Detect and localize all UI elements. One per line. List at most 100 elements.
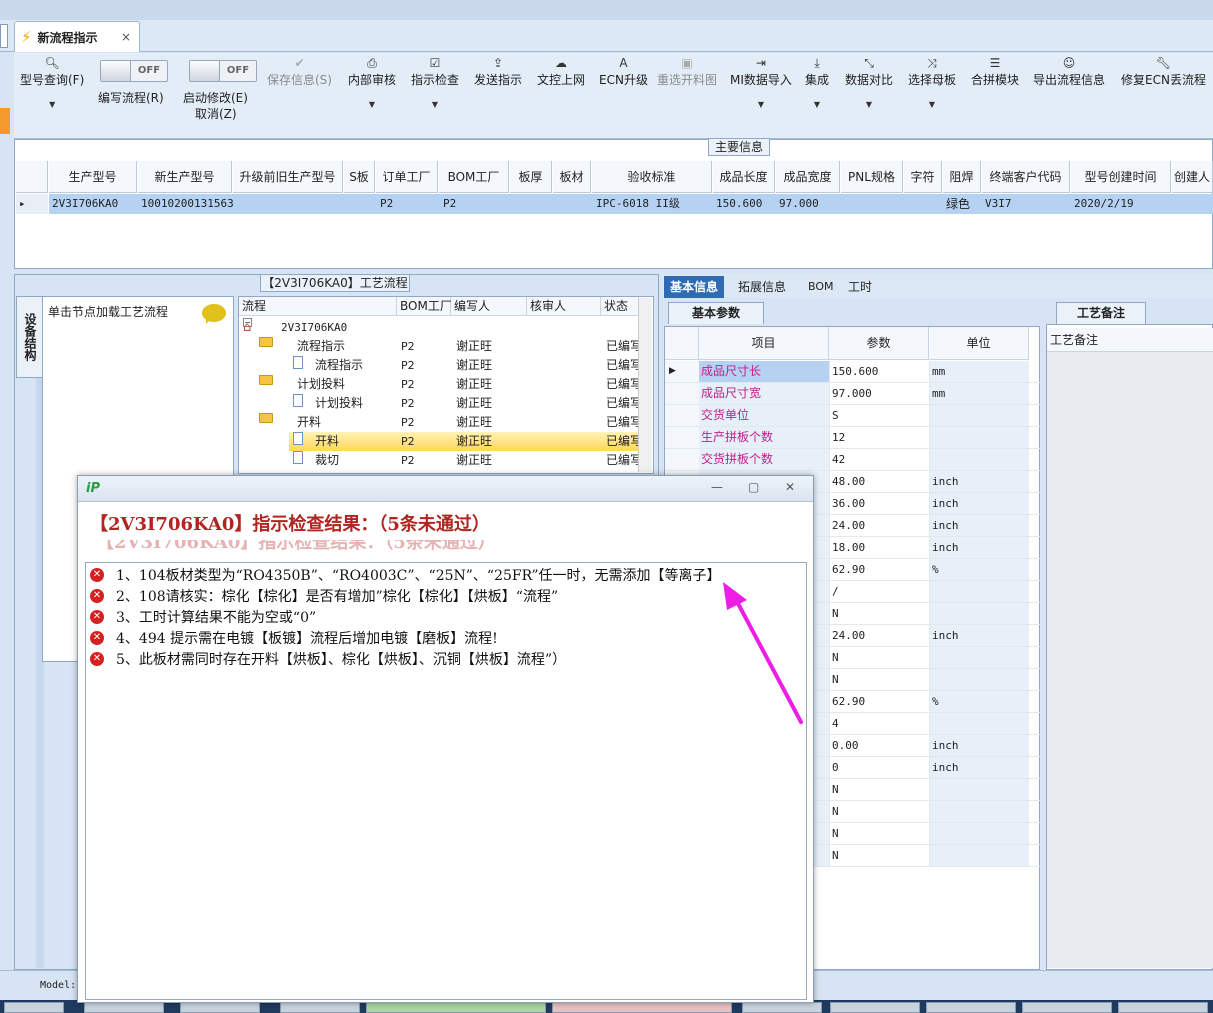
- dialog-titlebar[interactable]: [78, 476, 813, 502]
- left-tab-scroll[interactable]: [0, 24, 8, 48]
- export-flow-button[interactable]: ☺ 导出流程信息: [1033, 55, 1105, 88]
- tree-row[interactable]: 裁切 P2 谢正旺 已编写: [239, 451, 642, 470]
- tab-basic-params[interactable]: 基本参数: [668, 302, 764, 324]
- param-value[interactable]: N: [829, 801, 929, 822]
- table-cell[interactable]: 10010200131563: [138, 194, 233, 214]
- param-value[interactable]: 150.600: [829, 361, 929, 382]
- list-item[interactable]: ✕ 1、104板材类型为“RO4350B”、“RO4003C”、“25N”、“25…: [90, 564, 721, 585]
- panel-module-button[interactable]: ☰ 合拼模块: [971, 55, 1019, 88]
- table-cell[interactable]: 2V3I706KA0: [49, 194, 138, 214]
- tree-scrollbar[interactable]: [638, 298, 652, 472]
- close-icon[interactable]: ✕: [785, 480, 795, 494]
- ecn-upgrade-button[interactable]: A ECN升级: [599, 55, 648, 88]
- param-value[interactable]: /: [829, 581, 929, 602]
- list-item[interactable]: ✕ 5、此板材需同时存在开料【烘板】、棕化【烘板】、沉铜【烘板】流程”）: [90, 648, 566, 669]
- param-value[interactable]: 36.00: [829, 493, 929, 514]
- col-header[interactable]: 单位: [929, 327, 1029, 360]
- param-row[interactable]: 生产拼板个数 12: [665, 427, 1041, 449]
- taskbar-button[interactable]: [1022, 1002, 1112, 1013]
- taskbar-button[interactable]: [4, 1002, 64, 1013]
- col-header[interactable]: 创建人: [1172, 161, 1213, 193]
- col-header[interactable]: 升级前旧生产型号: [233, 161, 343, 193]
- instruction-check-button[interactable]: ☑ 指示检查 ▼: [411, 55, 459, 109]
- tab-new-flow[interactable]: ⚡ 新流程指示 ×: [14, 21, 140, 52]
- taskbar-button[interactable]: [926, 1002, 1016, 1013]
- table-cell[interactable]: [904, 194, 943, 214]
- param-value[interactable]: 62.90: [829, 691, 929, 712]
- tree-row-selected[interactable]: 开料 P2 谢正旺 已编写: [289, 432, 642, 451]
- tab-basic-info[interactable]: 基本信息: [664, 276, 725, 298]
- tab-process-remark[interactable]: 工艺备注: [1056, 302, 1146, 324]
- close-icon[interactable]: ×: [121, 30, 131, 44]
- edit-flow-toggle[interactable]: OFF: [100, 60, 168, 82]
- tree-row[interactable]: − ⌂ 2V3I706KA0: [239, 318, 639, 337]
- table-cell[interactable]: [553, 194, 592, 214]
- col-header[interactable]: 核审人: [527, 297, 601, 316]
- upload-doc-button[interactable]: ☁ 文控上网: [537, 55, 585, 88]
- param-value[interactable]: 97.000: [829, 383, 929, 404]
- param-value[interactable]: 4: [829, 713, 929, 734]
- speech-bubble-icon[interactable]: [202, 304, 226, 324]
- param-value[interactable]: 48.00: [829, 471, 929, 492]
- col-header[interactable]: 成品长度: [713, 161, 775, 193]
- remark-body[interactable]: [1047, 352, 1213, 968]
- taskbar-button[interactable]: [1118, 1002, 1208, 1013]
- mi-import-button[interactable]: ⇥ MI数据导入 ▼: [730, 55, 792, 109]
- reselect-cut-button[interactable]: ▣ 重选开料图: [657, 55, 717, 88]
- col-header[interactable]: 生产型号: [49, 161, 137, 193]
- col-header[interactable]: BOM工厂: [397, 297, 452, 316]
- param-value[interactable]: 12: [829, 427, 929, 448]
- tree-row[interactable]: − 计划投料 P2 谢正旺 已编写: [239, 375, 642, 394]
- col-header[interactable]: 流程: [239, 297, 397, 316]
- list-item[interactable]: ✕ 4、494 提示需在电镀【板镀】流程后增加电镀【磨板】流程!: [90, 627, 498, 648]
- tree-row[interactable]: − 开料 P2 谢正旺 已编写: [239, 413, 642, 432]
- taskbar-button[interactable]: [366, 1002, 546, 1013]
- table-cell[interactable]: [841, 194, 904, 214]
- col-header[interactable]: 终端客户代码: [982, 161, 1070, 193]
- save-info-button[interactable]: ✔ 保存信息(S): [267, 55, 332, 88]
- col-header[interactable]: 订单工厂: [376, 161, 438, 193]
- table-cell[interactable]: P2: [439, 194, 510, 214]
- tree-row[interactable]: 计划投料 P2 谢正旺 已编写: [239, 394, 642, 413]
- col-header[interactable]: 板材: [553, 161, 591, 193]
- col-header[interactable]: 板厚: [510, 161, 552, 193]
- table-cell[interactable]: 2020/2/19: [1071, 194, 1172, 214]
- table-cell[interactable]: [233, 194, 344, 214]
- col-header[interactable]: 型号创建时间: [1071, 161, 1171, 193]
- param-value[interactable]: 24.00: [829, 515, 929, 536]
- taskbar-button[interactable]: [830, 1002, 920, 1013]
- table-cell[interactable]: 97.000: [776, 194, 841, 214]
- param-value[interactable]: 24.00: [829, 625, 929, 646]
- col-header[interactable]: BOM工厂: [439, 161, 509, 193]
- table-cell[interactable]: 150.600: [713, 194, 776, 214]
- table-cell[interactable]: 绿色: [943, 194, 982, 214]
- param-value[interactable]: N: [829, 603, 929, 624]
- repair-ecn-button[interactable]: 🔧︎ 修复ECN丢流程: [1121, 55, 1206, 88]
- col-header[interactable]: 编写人: [451, 297, 527, 316]
- param-row[interactable]: 交货单位 S: [665, 405, 1041, 427]
- param-value[interactable]: 0: [829, 757, 929, 778]
- list-item[interactable]: ✕ 2、108请核实：棕化【棕化】是否有增加”棕化【棕化】【烘板】“流程”: [90, 585, 558, 606]
- table-cell[interactable]: [344, 194, 376, 214]
- param-value[interactable]: N: [829, 823, 929, 844]
- taskbar-button[interactable]: [742, 1002, 822, 1013]
- tree-row[interactable]: 流程指示 P2 谢正旺 已编写: [239, 356, 642, 375]
- send-instruction-button[interactable]: ⇪ 发送指示: [474, 55, 522, 88]
- integrate-button[interactable]: ⤓ 集成 ▼: [805, 55, 829, 109]
- tab-bom[interactable]: BOM: [802, 276, 840, 298]
- taskbar-button[interactable]: [180, 1002, 260, 1013]
- col-header[interactable]: 阻焊: [943, 161, 981, 193]
- internal-review-button[interactable]: ⎙ 内部审核 ▼: [348, 55, 396, 109]
- tab-work-hours[interactable]: 工时: [842, 276, 878, 298]
- start-modify-toggle[interactable]: OFF: [189, 60, 257, 82]
- col-header[interactable]: 验收标准: [592, 161, 712, 193]
- taskbar-button[interactable]: [552, 1002, 732, 1013]
- param-value[interactable]: 42: [829, 449, 929, 470]
- col-header[interactable]: 成品宽度: [776, 161, 840, 193]
- param-row[interactable]: 交货拼板个数 42: [665, 449, 1041, 471]
- col-header[interactable]: 参数: [829, 327, 929, 360]
- table-cell[interactable]: IPC-6018 II级: [592, 194, 713, 214]
- col-header[interactable]: 项目: [699, 327, 829, 360]
- error-list[interactable]: ✕ 1、104板材类型为“RO4350B”、“RO4003C”、“25N”、“25…: [85, 562, 807, 1000]
- param-value[interactable]: N: [829, 779, 929, 800]
